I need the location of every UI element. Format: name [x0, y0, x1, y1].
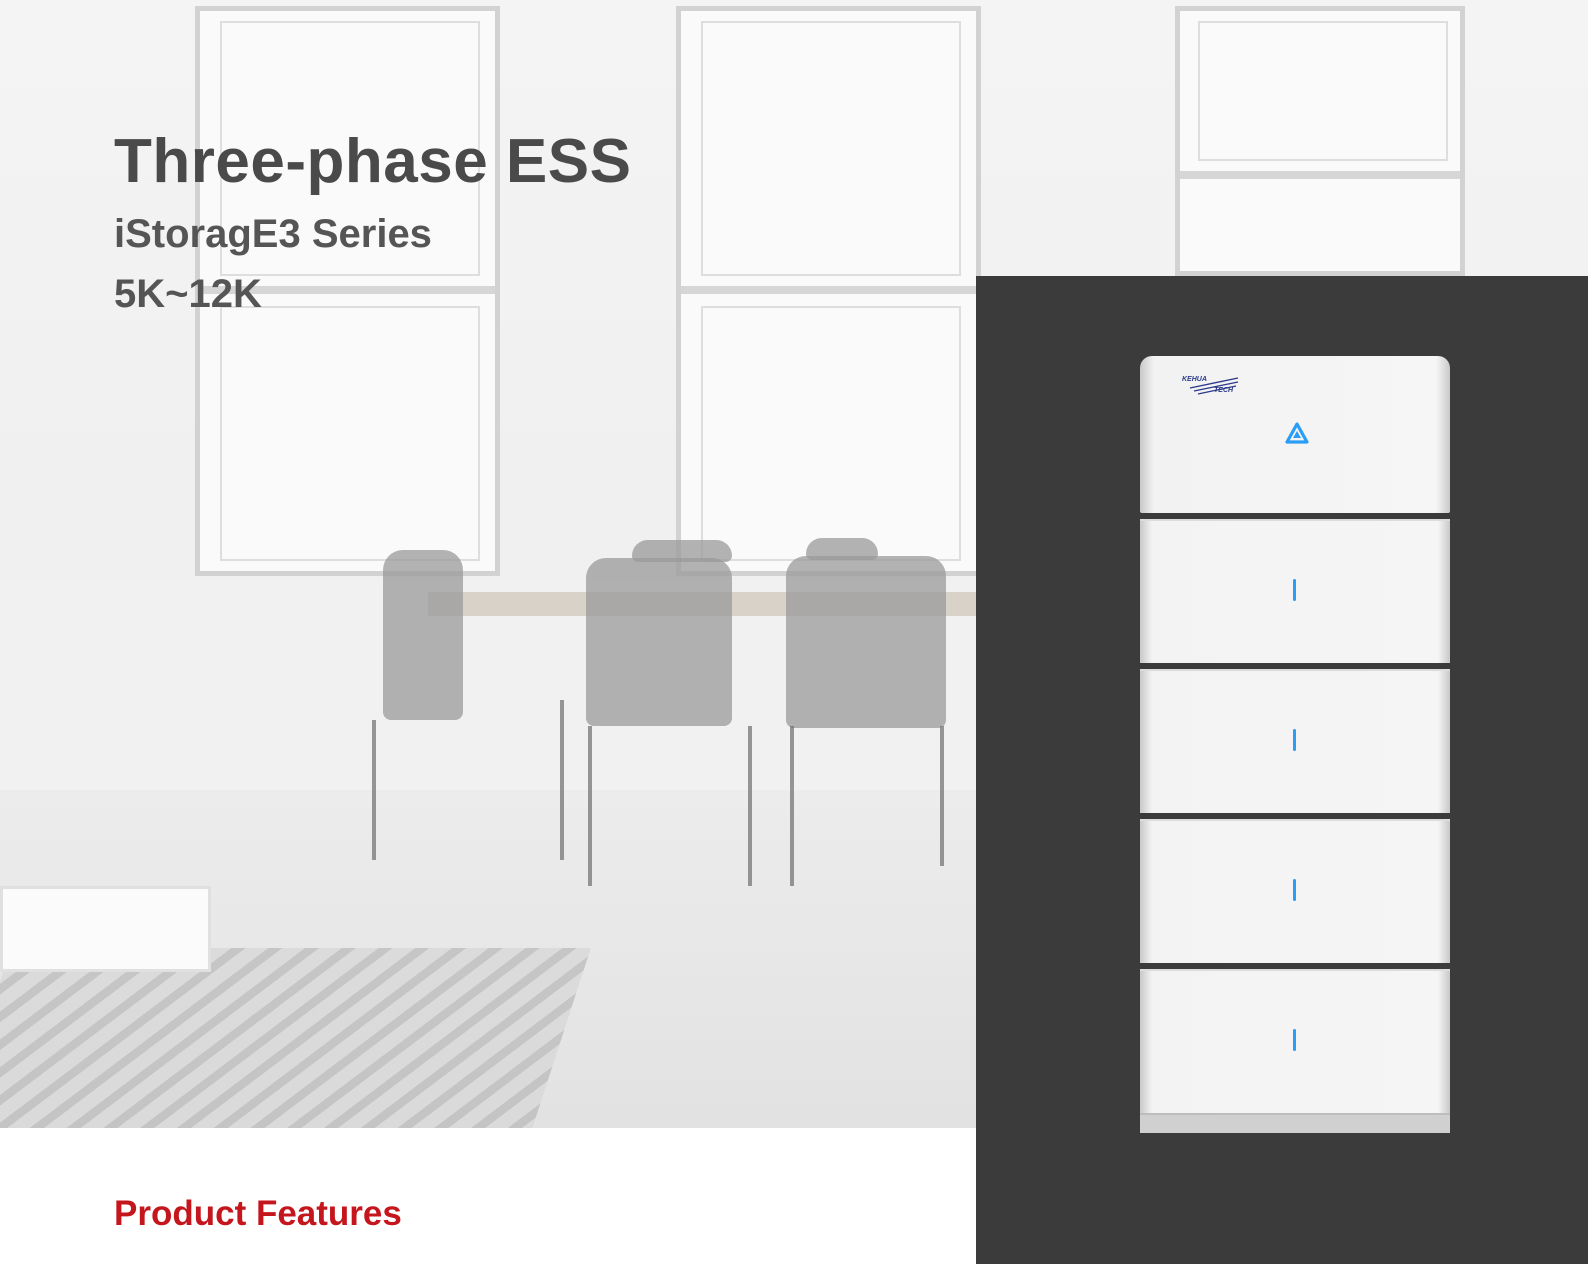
window-center: [676, 6, 981, 576]
chair: [786, 556, 946, 728]
page-title: Three-phase ESS: [114, 127, 632, 196]
battery-module: [1140, 669, 1450, 813]
series-name: iStoragE3 Series: [114, 212, 432, 256]
battery-module: [1140, 519, 1450, 663]
product-base: [1140, 1113, 1450, 1133]
chair: [383, 550, 463, 720]
product-image: KEHUA TECH: [1140, 356, 1450, 1133]
battery-led-icon: [1293, 1029, 1296, 1051]
kehua-logo-icon: KEHUA TECH: [1182, 374, 1242, 398]
side-table: [0, 886, 211, 972]
inverter-unit: KEHUA TECH: [1140, 356, 1450, 513]
battery-module: [1140, 969, 1450, 1113]
chair: [586, 558, 732, 726]
rug: [0, 948, 591, 1128]
battery-module: [1140, 819, 1450, 963]
power-range: 5K~12K: [114, 272, 262, 316]
chair: [632, 540, 732, 562]
section-heading: Product Features: [114, 1194, 402, 1233]
window-right: [1175, 6, 1465, 276]
battery-led-icon: [1293, 879, 1296, 901]
battery-led-icon: [1293, 579, 1296, 601]
chair: [806, 538, 878, 560]
status-indicator-icon: [1285, 422, 1309, 446]
battery-led-icon: [1293, 729, 1296, 751]
